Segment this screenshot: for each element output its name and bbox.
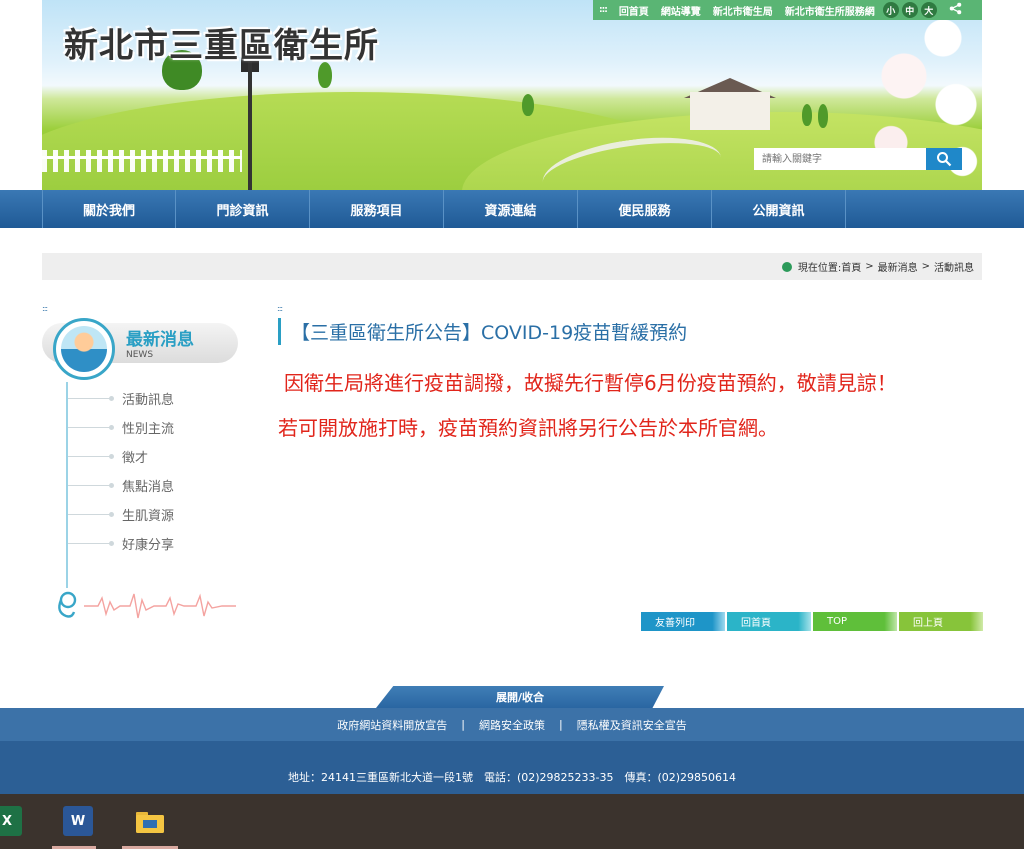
- house-body: [690, 92, 770, 130]
- sidebar-item-label: 徵才: [122, 451, 149, 466]
- article-actions: 友善列印 回首頁 TOP 回上頁: [641, 612, 983, 631]
- tick-icon: [68, 541, 114, 546]
- sidebar-item-label: 性別主流: [122, 422, 175, 437]
- breadcrumb-home[interactable]: 現在位置:首頁: [798, 259, 861, 274]
- tick-icon: [68, 396, 114, 401]
- footer-address: 地址：24141三重區新北大道一段1號 電話：(02)29825233-35 傳…: [287, 771, 737, 784]
- stethoscope-heartbeat-icon: [50, 588, 240, 624]
- sidebar-item-focus-news[interactable]: 焦點消息: [68, 476, 174, 495]
- footer-links: 政府網站資料開放宣告 | 網路安全政策 | 隱私權及資訊安全宣告: [0, 708, 1024, 741]
- sidebar-subtitle: NEWS: [126, 350, 154, 360]
- location-icon: [781, 261, 792, 272]
- breadcrumb: 現在位置:首頁 > 最新消息 > 活動訊息: [42, 253, 982, 280]
- nav-citizen-services[interactable]: 便民服務: [578, 190, 712, 228]
- doctor-avatar-icon: [53, 318, 115, 380]
- banner-fence-rail: [42, 156, 242, 159]
- top-button[interactable]: TOP: [813, 612, 897, 631]
- sidebar-item-label: 生肌資源: [122, 509, 175, 524]
- word-icon[interactable]: W: [63, 806, 93, 836]
- top-links-bar: ::: 回首頁 網站導覽 新北市衛生局 新北市衛生所服務網 小 中 大: [593, 0, 982, 20]
- sidebar-item-gender-mainstream[interactable]: 性別主流: [68, 418, 174, 437]
- footer-contact: 地址：24141三重區新北大道一段1號 電話：(02)29825233-35 傳…: [0, 741, 1024, 794]
- excel-icon[interactable]: X: [0, 806, 22, 836]
- accesskey-marker: :::: [277, 304, 283, 313]
- top-link-health-bureau[interactable]: 新北市衛生局: [713, 3, 773, 18]
- accesskey-marker: :::: [599, 5, 608, 15]
- home-button[interactable]: 回首頁: [727, 612, 811, 631]
- font-large-button[interactable]: 大: [920, 2, 937, 18]
- footer-link-open-data[interactable]: 政府網站資料開放宣告: [337, 717, 447, 733]
- expand-collapse-button[interactable]: 展開/收合: [376, 686, 664, 708]
- announcement-line: 若可開放施打時，疫苗預約資訊將另行公告於本所官網。: [278, 416, 778, 440]
- sidebar-item-activities[interactable]: 活動訊息: [68, 389, 174, 408]
- sidebar-item-label: 焦點消息: [122, 480, 175, 495]
- breadcrumb-separator: >: [865, 261, 874, 272]
- nav-services[interactable]: 服務項目: [310, 190, 444, 228]
- breadcrumb-separator: >: [921, 261, 930, 272]
- footer-separator: |: [559, 718, 563, 731]
- tree-icon: [522, 94, 534, 116]
- top-link-sitemap[interactable]: 網站導覽: [661, 3, 701, 18]
- lamp-post: [248, 62, 252, 190]
- announcement-line: 因衛生局將進行疫苗調撥，故擬先行暫停6月份疫苗預約，敬請見諒！: [284, 371, 897, 395]
- print-button[interactable]: 友善列印: [641, 612, 725, 631]
- search-input[interactable]: [754, 148, 926, 170]
- tick-icon: [68, 454, 114, 459]
- sidebar-item-resources[interactable]: 生肌資源: [68, 505, 174, 524]
- footer-link-privacy[interactable]: 隱私權及資訊安全宣告: [577, 717, 687, 733]
- footer-link-security-policy[interactable]: 網路安全政策: [479, 717, 545, 733]
- tick-icon: [68, 512, 114, 517]
- site-title[interactable]: 新北市三重區衛生所: [64, 18, 379, 67]
- breadcrumb-latest-news[interactable]: 最新消息: [878, 259, 918, 274]
- sidebar-item-label: 活動訊息: [122, 393, 175, 408]
- breadcrumb-activities[interactable]: 活動訊息: [934, 259, 974, 274]
- footer-separator: |: [461, 718, 465, 731]
- nav-resource-links[interactable]: 資源連結: [444, 190, 578, 228]
- font-medium-button[interactable]: 中: [901, 2, 918, 18]
- sidebar-item-label: 好康分享: [122, 538, 175, 553]
- accesskey-marker: :::: [42, 304, 48, 313]
- font-size-group: 小 中 大: [882, 2, 937, 18]
- sidebar-item-deals[interactable]: 好康分享: [68, 534, 174, 553]
- article-title: 【三重區衛生所公告】COVID-19疫苗暫緩預約: [278, 318, 687, 345]
- nav-public-info[interactable]: 公開資訊: [712, 190, 846, 228]
- file-explorer-icon[interactable]: [135, 806, 165, 836]
- nav-about[interactable]: 關於我們: [42, 190, 176, 228]
- search-button[interactable]: [926, 148, 962, 170]
- search-icon: [937, 152, 952, 167]
- main-nav: 關於我們 門診資訊 服務項目 資源連結 便民服務 公開資訊: [0, 190, 1024, 228]
- top-link-home[interactable]: 回首頁: [619, 3, 649, 18]
- sidebar-item-recruitment[interactable]: 徵才: [68, 447, 148, 466]
- sidebar-title: 最新消息: [126, 330, 194, 350]
- font-small-button[interactable]: 小: [882, 2, 899, 18]
- back-button[interactable]: 回上頁: [899, 612, 983, 631]
- top-link-health-center-network[interactable]: 新北市衛生所服務網: [785, 3, 875, 18]
- tick-icon: [68, 425, 114, 430]
- banner-fence: [42, 150, 242, 172]
- nav-clinic-info[interactable]: 門診資訊: [176, 190, 310, 228]
- tick-icon: [68, 483, 114, 488]
- tree-icon: [818, 104, 828, 128]
- search-box: [754, 148, 962, 170]
- share-icon[interactable]: [949, 2, 962, 18]
- tree-icon: [802, 104, 812, 126]
